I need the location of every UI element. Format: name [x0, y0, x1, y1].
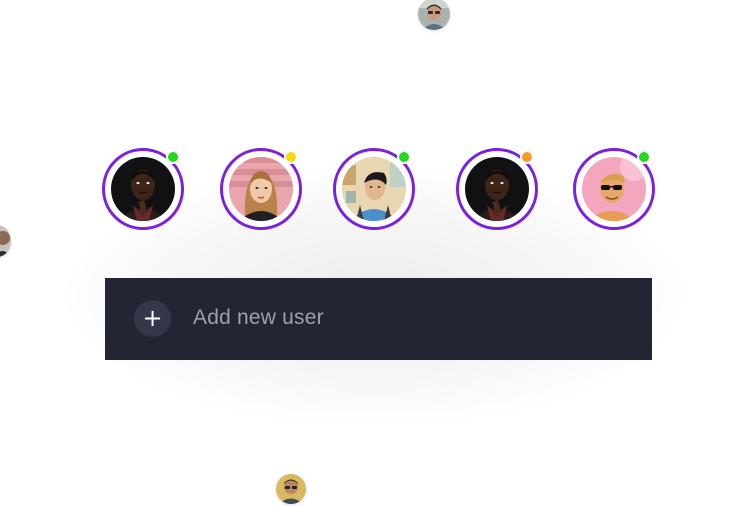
avatar-photo: [582, 157, 646, 221]
add-new-user-button[interactable]: + Add new user: [105, 278, 652, 360]
avatar-photo: [111, 157, 175, 221]
avatar-photo: [465, 157, 529, 221]
avatar-photo: [229, 157, 293, 221]
user-avatar-3[interactable]: [333, 148, 415, 230]
status-away-dot: [284, 150, 298, 164]
add-new-user-label: Add new user: [193, 306, 324, 329]
user-avatar-2[interactable]: [220, 148, 302, 230]
status-online-dot: [166, 150, 180, 164]
floating-avatar-bottom: [276, 474, 306, 504]
floating-avatar-left: [0, 225, 11, 257]
avatar-row: [100, 148, 660, 232]
user-panel-stage: + Add new user: [0, 0, 748, 506]
status-busy-dot: [520, 150, 534, 164]
floating-avatar-top: [418, 0, 450, 30]
status-online-dot: [397, 150, 411, 164]
avatar-photo: [342, 157, 406, 221]
user-avatar-4[interactable]: [456, 148, 538, 230]
plus-icon[interactable]: +: [134, 300, 171, 337]
user-avatar-5[interactable]: [573, 148, 655, 230]
user-avatar-1[interactable]: [102, 148, 184, 230]
status-online-dot: [637, 150, 651, 164]
